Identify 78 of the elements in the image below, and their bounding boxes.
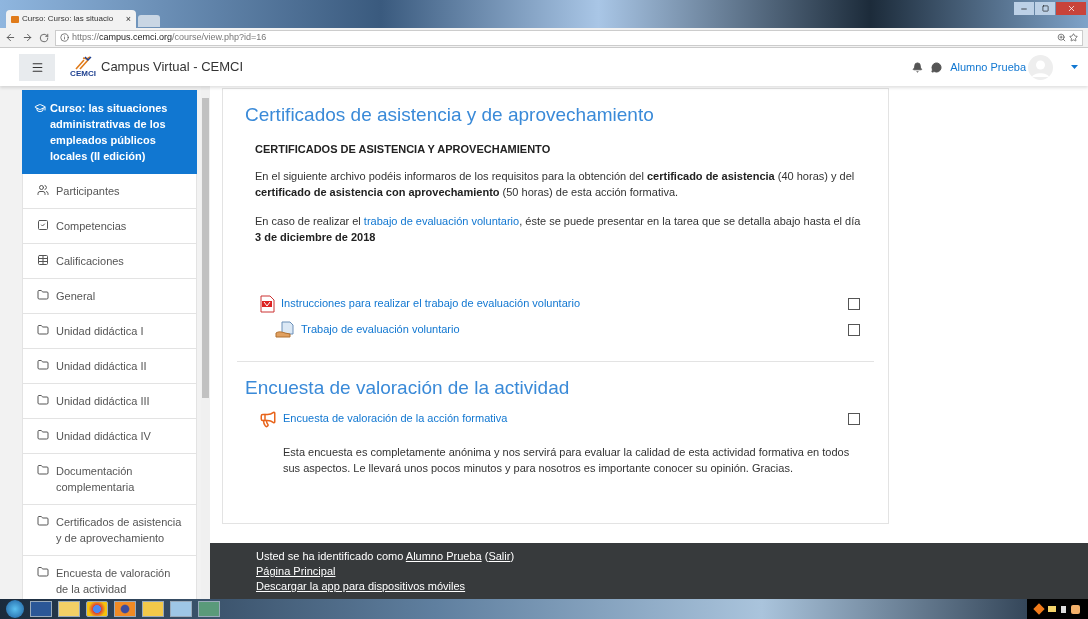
maximize-icon [1041, 5, 1049, 12]
sidebar-item[interactable]: Documentación complementaria [22, 454, 197, 505]
messages-icon[interactable] [931, 61, 943, 73]
activity-link[interactable]: Instrucciones para realizar el trabajo de evaluación voluntario [281, 295, 580, 312]
notifications-icon[interactable] [912, 61, 924, 73]
menu-button[interactable] [19, 53, 55, 81]
sidebar-item[interactable]: Unidad didáctica II [22, 349, 197, 384]
tab-title: Curso: Curso: las situacio [22, 13, 115, 25]
address-field[interactable]: https://campus.cemci.org/course/view.php?id=16 [55, 29, 1083, 46]
close-tab-button[interactable]: × [125, 14, 131, 24]
sidebar-item[interactable]: General [22, 279, 197, 314]
sidebar-item[interactable]: Encuesta de valoración de la actividad [22, 556, 197, 599]
folder-icon [37, 289, 49, 301]
link[interactable]: Alumno Prueba [405, 550, 482, 562]
user-name[interactable]: Alumno Prueba [950, 58, 1026, 76]
summary-paragraph: En caso de realizar el trabajo de evaluación voluntario, éste se puede presentar en la tarea que se detalla abajo hasta el día 3 de diciembre de 2018 [255, 213, 862, 245]
checkbox-icon [37, 219, 49, 231]
logo-icon [74, 56, 92, 70]
completion-checkbox[interactable] [848, 323, 860, 336]
info-icon [60, 33, 69, 42]
users-icon [37, 184, 49, 196]
document-hand-icon [275, 320, 295, 339]
browser-app-icon[interactable] [86, 601, 108, 617]
section-title[interactable]: Certificados de asistencia y de aprovechamiento [245, 103, 860, 127]
footer-text: Usted se ha identificado como Alumno Prueba (Salir) [256, 549, 516, 564]
completion-checkbox[interactable] [848, 412, 860, 425]
browser-tab[interactable]: Curso: Curso: las situacio × [6, 10, 136, 28]
bookmark-star-icon[interactable] [1069, 33, 1078, 42]
folder-icon [37, 464, 49, 476]
minimize-button[interactable] [1014, 2, 1034, 15]
close-icon [1066, 4, 1076, 13]
graduation-cap-icon [34, 102, 46, 114]
sidebar-item[interactable]: Certificados de asistencia y de aprovechamiento [22, 505, 197, 556]
completion-checkbox[interactable] [848, 297, 860, 310]
link[interactable]: Salir [488, 550, 511, 562]
close-window-button[interactable] [1056, 2, 1086, 15]
start-orb-icon[interactable] [6, 600, 24, 618]
site-favicon [11, 15, 19, 23]
menu-icon [30, 60, 44, 74]
folder-icon [37, 429, 49, 441]
pdf-file-icon [259, 294, 275, 313]
caret-icon[interactable] [1071, 65, 1078, 69]
site-name[interactable]: Campus Virtual - CEMCI [101, 57, 244, 77]
folder-icon [37, 394, 49, 406]
table-icon [37, 254, 49, 266]
zoom-icon[interactable] [1057, 33, 1066, 42]
summary-heading: CERTIFICADOS DE ASISTENCIA Y APROVECHAMIENTO [255, 142, 552, 157]
sidebar-item[interactable]: Competencias [22, 209, 197, 244]
megaphone-icon [259, 409, 277, 428]
document-app-icon[interactable] [30, 601, 52, 617]
course-nav-item[interactable]: Curso: las situaciones administrativas de los empleados públicos locales (II edición) [22, 90, 197, 174]
activity-link[interactable]: Trabajo de evaluación voluntario [301, 321, 460, 338]
link[interactable]: Página Principal [256, 565, 336, 577]
sidebar-item[interactable]: Participantes [22, 174, 197, 209]
activity-description: Esta encuesta es completamente anónima y nos servirá para evaluar la calidad de esta actividad formativa en todos sus aspectos. Le llevará unos pocos minutos y para nosotros es importante conocer su opinión. Gracias. [283, 444, 851, 476]
sidebar-item[interactable]: Unidad didáctica III [22, 384, 197, 419]
tray-app-icon[interactable] [1071, 604, 1080, 614]
folder-icon [37, 566, 49, 578]
forward-button[interactable] [22, 32, 33, 43]
tray-shield-icon[interactable] [1033, 603, 1045, 615]
sidebar-item[interactable]: Unidad didáctica I [22, 314, 197, 349]
back-button[interactable] [5, 32, 16, 43]
course-title: Curso: las situaciones administrativas de los empleados públicos locales (II edición) [50, 101, 169, 164]
logo-caption: CEMCI [70, 70, 96, 78]
activity-link[interactable]: Encuesta de valoración de la acción formativa [283, 410, 508, 427]
sidebar-item[interactable]: Calificaciones [22, 244, 197, 279]
maximize-button[interactable] [1035, 2, 1055, 15]
url-text: https://campus.cemci.org/course/view.php?id=16 [72, 30, 268, 44]
summary-paragraph: En el siguiente archivo podéis informaros de los requisitos para la obtención del certificado de asistencia (40 horas) y del certificado de asistencia con aprovechamiento (50 horas) de esta acción formativa. [255, 168, 856, 200]
fox-app-icon[interactable] [114, 601, 136, 617]
folder-icon [37, 324, 49, 336]
folder-icon [37, 359, 49, 371]
speaker-icon[interactable] [1061, 605, 1066, 613]
sidebar-item[interactable]: Unidad didáctica IV [22, 419, 197, 454]
section-title[interactable]: Encuesta de valoración de la actividad [245, 375, 860, 400]
reload-button[interactable] [39, 32, 49, 43]
folder-icon [37, 515, 49, 527]
link[interactable]: Descargar la app para dispositivos móviles [256, 580, 466, 592]
